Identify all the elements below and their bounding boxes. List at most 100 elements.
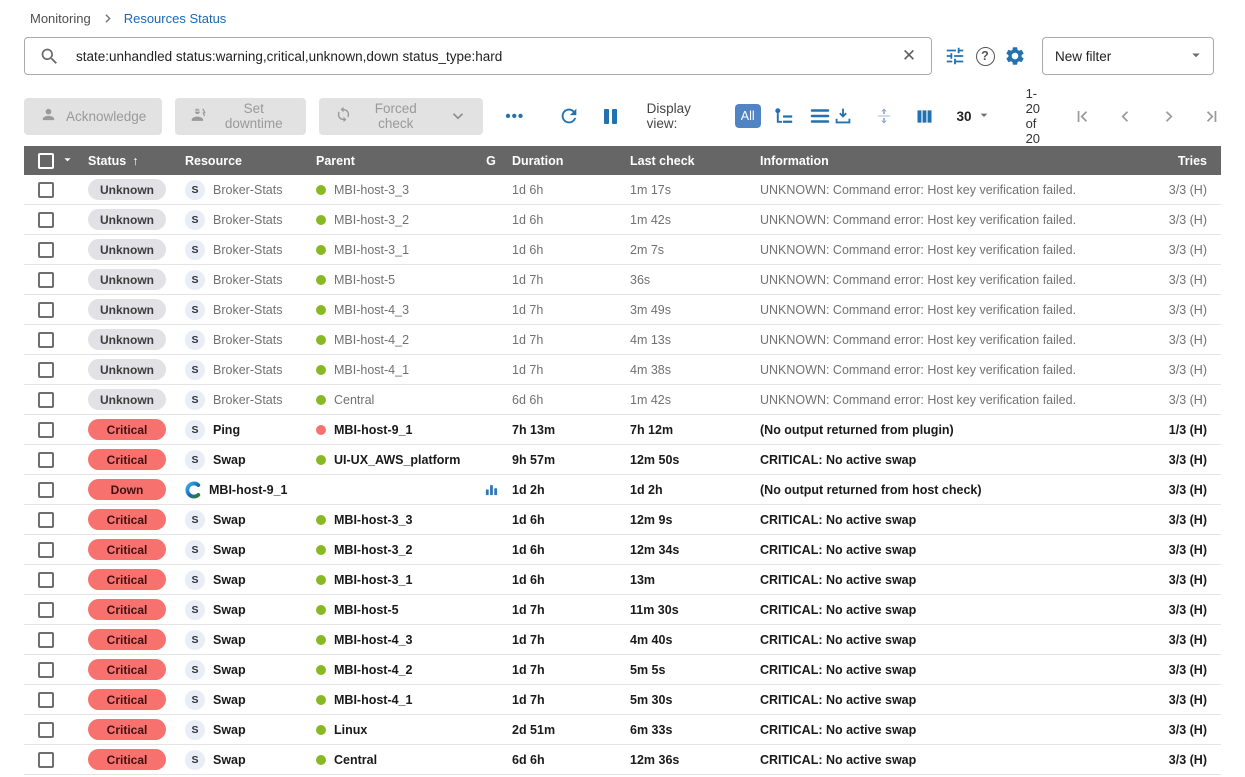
row-checkbox[interactable]	[38, 692, 54, 708]
resource-cell[interactable]: SSwap	[185, 450, 316, 470]
set-downtime-button[interactable]: Set downtime	[175, 98, 306, 135]
view-tree-icon[interactable]	[773, 105, 796, 128]
parent-cell[interactable]: MBI-host-4_1	[316, 693, 470, 707]
parent-cell[interactable]: MBI-host-3_1	[316, 243, 470, 257]
status-chip[interactable]: Unknown	[88, 359, 166, 380]
row-checkbox[interactable]	[38, 722, 54, 738]
resource-cell[interactable]: SBroker-Stats	[185, 300, 316, 320]
status-chip[interactable]: Critical	[88, 449, 166, 470]
row-checkbox[interactable]	[38, 662, 54, 678]
resource-cell[interactable]: SSwap	[185, 660, 316, 680]
resource-cell[interactable]: SBroker-Stats	[185, 180, 316, 200]
row-checkbox[interactable]	[38, 422, 54, 438]
column-header-graph[interactable]: G	[470, 154, 512, 168]
saved-filter-select[interactable]: New filter	[1042, 37, 1214, 75]
column-header-parent[interactable]: Parent	[316, 154, 470, 168]
resource-cell[interactable]: SSwap	[185, 720, 316, 740]
resource-cell[interactable]: SSwap	[185, 690, 316, 710]
status-chip[interactable]: Unknown	[88, 329, 166, 350]
previous-page-icon[interactable]	[1116, 107, 1135, 126]
row-checkbox[interactable]	[38, 362, 54, 378]
column-header-last-check[interactable]: Last check	[630, 154, 760, 168]
resource-cell[interactable]: SBroker-Stats	[185, 210, 316, 230]
gear-icon[interactable]	[1000, 41, 1030, 71]
refresh-icon[interactable]	[558, 105, 580, 127]
parent-cell[interactable]: Linux	[316, 723, 470, 737]
parent-cell[interactable]: MBI-host-4_3	[316, 633, 470, 647]
row-checkbox[interactable]	[38, 332, 54, 348]
help-icon[interactable]: ?	[970, 41, 1000, 71]
status-chip[interactable]: Critical	[88, 659, 166, 680]
search-input[interactable]	[76, 49, 897, 64]
row-checkbox[interactable]	[38, 392, 54, 408]
parent-cell[interactable]: MBI-host-4_3	[316, 303, 470, 317]
parent-cell[interactable]: MBI-host-5	[316, 603, 470, 617]
resource-cell[interactable]: SPing	[185, 420, 316, 440]
resource-cell[interactable]: SSwap	[185, 600, 316, 620]
export-download-icon[interactable]	[832, 105, 854, 127]
status-chip[interactable]: Unknown	[88, 239, 166, 260]
pause-icon[interactable]	[604, 109, 617, 124]
status-chip[interactable]: Critical	[88, 569, 166, 590]
graph-icon[interactable]	[484, 482, 499, 497]
row-checkbox[interactable]	[38, 182, 54, 198]
select-all-checkbox[interactable]	[38, 153, 54, 169]
status-chip[interactable]: Unknown	[88, 389, 166, 410]
row-checkbox[interactable]	[38, 752, 54, 768]
resource-cell[interactable]: SBroker-Stats	[185, 270, 316, 290]
last-page-icon[interactable]	[1202, 107, 1221, 126]
resource-cell[interactable]: SSwap	[185, 510, 316, 530]
clear-search-icon[interactable]: ✕	[897, 44, 921, 68]
row-checkbox[interactable]	[38, 452, 54, 468]
row-checkbox[interactable]	[38, 212, 54, 228]
row-checkbox[interactable]	[38, 572, 54, 588]
next-page-icon[interactable]	[1159, 107, 1178, 126]
row-checkbox[interactable]	[38, 482, 54, 498]
breadcrumb-resources-status[interactable]: Resources Status	[124, 11, 227, 26]
status-chip[interactable]: Critical	[88, 509, 166, 530]
parent-cell[interactable]: Central	[316, 393, 470, 407]
rows-per-page-select[interactable]: 30	[957, 107, 992, 126]
parent-cell[interactable]: MBI-host-4_1	[316, 363, 470, 377]
status-chip[interactable]: Unknown	[88, 299, 166, 320]
resource-cell[interactable]: SSwap	[185, 540, 316, 560]
columns-icon[interactable]	[914, 106, 935, 127]
parent-cell[interactable]: MBI-host-4_2	[316, 333, 470, 347]
parent-cell[interactable]: UI-UX_AWS_platform	[316, 453, 470, 467]
row-checkbox[interactable]	[38, 302, 54, 318]
parent-cell[interactable]: MBI-host-9_1	[316, 423, 470, 437]
resource-cell[interactable]: SSwap	[185, 750, 316, 770]
column-header-status[interactable]: Status↑	[88, 154, 185, 168]
parent-cell[interactable]: MBI-host-3_2	[316, 213, 470, 227]
more-actions-button[interactable]: •••	[497, 104, 532, 129]
resource-cell[interactable]: SBroker-Stats	[185, 240, 316, 260]
column-header-information[interactable]: Information	[760, 154, 1135, 168]
column-header-resource[interactable]: Resource	[185, 154, 316, 168]
parent-cell[interactable]: MBI-host-3_3	[316, 183, 470, 197]
parent-cell[interactable]: MBI-host-5	[316, 273, 470, 287]
row-checkbox[interactable]	[38, 272, 54, 288]
view-all-button[interactable]: All	[735, 104, 761, 128]
status-chip[interactable]: Critical	[88, 419, 166, 440]
status-chip[interactable]: Critical	[88, 629, 166, 650]
resource-cell[interactable]: SSwap	[185, 570, 316, 590]
expand-rows-icon[interactable]	[874, 105, 894, 127]
forced-check-button[interactable]: Forced check	[319, 98, 483, 135]
parent-cell[interactable]: MBI-host-3_1	[316, 573, 470, 587]
row-checkbox[interactable]	[38, 512, 54, 528]
status-chip[interactable]: Critical	[88, 749, 166, 770]
tune-filters-icon[interactable]	[940, 41, 970, 71]
breadcrumb-monitoring[interactable]: Monitoring	[30, 11, 91, 26]
resource-cell[interactable]: SSwap	[185, 630, 316, 650]
resource-cell[interactable]: SBroker-Stats	[185, 330, 316, 350]
status-chip[interactable]: Critical	[88, 689, 166, 710]
status-chip[interactable]: Critical	[88, 719, 166, 740]
column-header-duration[interactable]: Duration	[512, 154, 630, 168]
status-chip[interactable]: Critical	[88, 599, 166, 620]
resource-cell[interactable]: SBroker-Stats	[185, 390, 316, 410]
first-page-icon[interactable]	[1073, 107, 1092, 126]
parent-cell[interactable]: MBI-host-3_2	[316, 543, 470, 557]
acknowledge-button[interactable]: Acknowledge	[24, 98, 162, 135]
resource-cell[interactable]: SBroker-Stats	[185, 360, 316, 380]
chevron-down-icon[interactable]	[449, 107, 467, 125]
